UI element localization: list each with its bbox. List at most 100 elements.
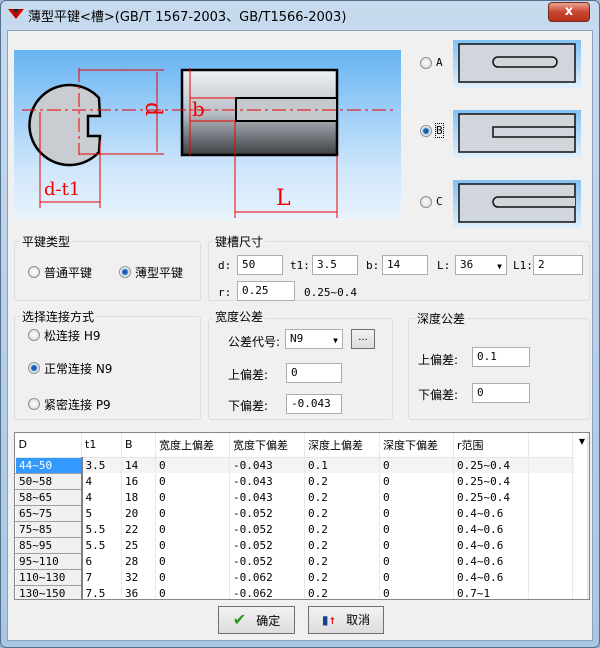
table-cell[interactable]: 0 (379, 521, 454, 537)
r-input[interactable]: 0.25 (237, 281, 295, 301)
radio-normal-connection[interactable] (28, 362, 40, 374)
table-cell[interactable]: 0.4~0.6 (453, 505, 529, 521)
row-header-cell[interactable]: 75~85 (15, 520, 83, 538)
table-cell[interactable]: 0.25~0.4 (453, 457, 529, 473)
table-cell[interactable]: 6 (81, 553, 122, 569)
table-cell[interactable]: 0 (155, 569, 230, 585)
table-cell[interactable]: 0.2 (304, 553, 380, 569)
table-cell[interactable]: 0 (155, 585, 230, 599)
scroll-thumb[interactable]: ≡ (589, 501, 590, 565)
table-cell[interactable]: 0.4~0.6 (453, 553, 529, 569)
radio-tight-connection[interactable] (28, 398, 40, 410)
table-row[interactable]: 65~75 5 20 0 -0.052 0.2 0 0.4~0.6 (15, 504, 574, 522)
table-cell[interactable]: -0.052 (229, 537, 305, 553)
table-cell[interactable]: 0.2 (304, 521, 380, 537)
table-cell[interactable]: 0 (379, 537, 454, 553)
table-cell[interactable]: 0.4~0.6 (453, 521, 529, 537)
table-cell[interactable]: 0 (379, 553, 454, 569)
radio-loose-connection[interactable] (28, 329, 40, 341)
row-header-cell[interactable]: 95~110 (15, 552, 83, 570)
table-cell[interactable]: 32 (121, 569, 156, 585)
table-cell[interactable]: 4 (81, 473, 122, 489)
shape-b-thumbnail[interactable] (453, 110, 581, 158)
column-header[interactable]: D (15, 433, 82, 458)
row-header-cell[interactable]: 130~150 (15, 584, 83, 599)
table-row[interactable]: 44~50 3.5 14 0 -0.043 0.1 0 0.25~0.4 (15, 456, 574, 474)
table-row[interactable]: 130~150 7.5 36 0 -0.062 0.2 0 0.7~1 (15, 584, 574, 599)
table-cell[interactable]: 0 (155, 505, 230, 521)
column-header[interactable]: 深度上偏差 (304, 433, 380, 458)
table-cell[interactable]: -0.043 (229, 473, 305, 489)
table-row[interactable]: 95~110 6 28 0 -0.052 0.2 0 0.4~0.6 (15, 552, 574, 570)
table-cell[interactable]: 0 (379, 569, 454, 585)
width-lower-input[interactable]: -0.043 (286, 394, 342, 414)
table-cell[interactable]: -0.062 (229, 585, 305, 599)
row-header-cell[interactable]: 110~130 (15, 568, 83, 586)
table-cell[interactable]: 0.25~0.4 (453, 489, 529, 505)
radio-shape-a[interactable] (420, 57, 432, 69)
table-cell[interactable]: 0 (155, 457, 230, 473)
table-cell[interactable]: 14 (121, 457, 156, 473)
table-cell[interactable]: 0.7~1 (453, 585, 529, 599)
table-cell[interactable]: -0.043 (229, 457, 305, 473)
cancel-button[interactable]: ▮↑ 取消 (308, 606, 384, 634)
depth-upper-input[interactable]: 0.1 (472, 347, 530, 367)
column-header[interactable]: B (121, 433, 156, 458)
radio-thin-key[interactable] (119, 266, 131, 278)
ok-button[interactable]: ✔ 确定 (218, 606, 295, 634)
column-header[interactable]: t1 (81, 433, 122, 458)
table-cell[interactable]: 18 (121, 489, 156, 505)
L-select[interactable]: 36 (455, 255, 507, 275)
table-cell[interactable]: 5 (81, 505, 122, 521)
table-cell[interactable]: 0 (379, 489, 454, 505)
row-header-cell[interactable]: 58~65 (15, 488, 83, 506)
column-header[interactable]: 宽度上偏差 (155, 433, 230, 458)
shape-a-thumbnail[interactable] (453, 40, 581, 88)
table-cell[interactable]: 16 (121, 473, 156, 489)
table-cell[interactable]: 0.2 (304, 585, 380, 599)
table-row[interactable]: 58~65 4 18 0 -0.043 0.2 0 0.25~0.4 (15, 488, 574, 506)
row-header-cell[interactable]: 65~75 (15, 504, 83, 522)
radio-shape-b[interactable] (420, 125, 432, 137)
shape-c-thumbnail[interactable] (453, 180, 581, 228)
row-header-cell[interactable]: 85~95 (15, 536, 83, 554)
table-scrollbar[interactable]: ▲ ≡ ▼ (587, 433, 590, 599)
table-cell[interactable]: 0.1 (304, 457, 380, 473)
table-cell[interactable]: 0 (379, 473, 454, 489)
table-cell[interactable]: 0 (155, 537, 230, 553)
table-cell[interactable]: 0.2 (304, 489, 380, 505)
table-cell[interactable]: 0 (379, 457, 454, 473)
table-cell[interactable]: 0.2 (304, 569, 380, 585)
table-cell[interactable]: 5.5 (81, 537, 122, 553)
table-cell[interactable]: 0 (155, 473, 230, 489)
column-header[interactable]: r范围 (453, 433, 529, 458)
depth-lower-input[interactable]: 0 (472, 383, 530, 403)
table-cell[interactable]: 0 (155, 489, 230, 505)
table-cell[interactable]: 7.5 (81, 585, 122, 599)
row-header-cell[interactable]: 44~50 (15, 456, 83, 474)
table-cell[interactable]: 36 (121, 585, 156, 599)
tolerance-browse-button[interactable]: ... (351, 329, 375, 349)
table-cell[interactable]: -0.052 (229, 553, 305, 569)
table-cell[interactable]: 4 (81, 489, 122, 505)
width-upper-input[interactable]: 0 (286, 363, 342, 383)
row-header-cell[interactable]: 50~58 (15, 472, 83, 490)
table-row[interactable]: 50~58 4 16 0 -0.043 0.2 0 0.25~0.4 (15, 472, 574, 490)
table-cell[interactable]: 22 (121, 521, 156, 537)
close-button[interactable]: x (548, 2, 590, 22)
table-cell[interactable]: 3.5 (81, 457, 122, 473)
dimension-table[interactable]: Dt1 B 宽度上偏差 宽度下偏差 深度上偏差 深度下偏差 r范围 44~50 3.5 14 0-… (14, 432, 590, 600)
radio-shape-c[interactable] (420, 196, 432, 208)
column-header[interactable]: 宽度下偏差 (229, 433, 305, 458)
L1-input[interactable]: 2 (533, 255, 583, 275)
table-row[interactable]: 75~85 5.5 22 0 -0.052 0.2 0 0.4~0.6 (15, 520, 574, 538)
table-cell[interactable]: 0.25~0.4 (453, 473, 529, 489)
table-cell[interactable]: 0 (155, 521, 230, 537)
table-cell[interactable]: 0.2 (304, 473, 380, 489)
table-cell[interactable]: 20 (121, 505, 156, 521)
table-cell[interactable]: 0.4~0.6 (453, 537, 529, 553)
table-row[interactable]: 85~95 5.5 25 0 -0.052 0.2 0 0.4~0.6 (15, 536, 574, 554)
t1-input[interactable]: 3.5 (312, 255, 358, 275)
d-input[interactable]: 50 (237, 255, 283, 275)
table-cell[interactable]: 7 (81, 569, 122, 585)
